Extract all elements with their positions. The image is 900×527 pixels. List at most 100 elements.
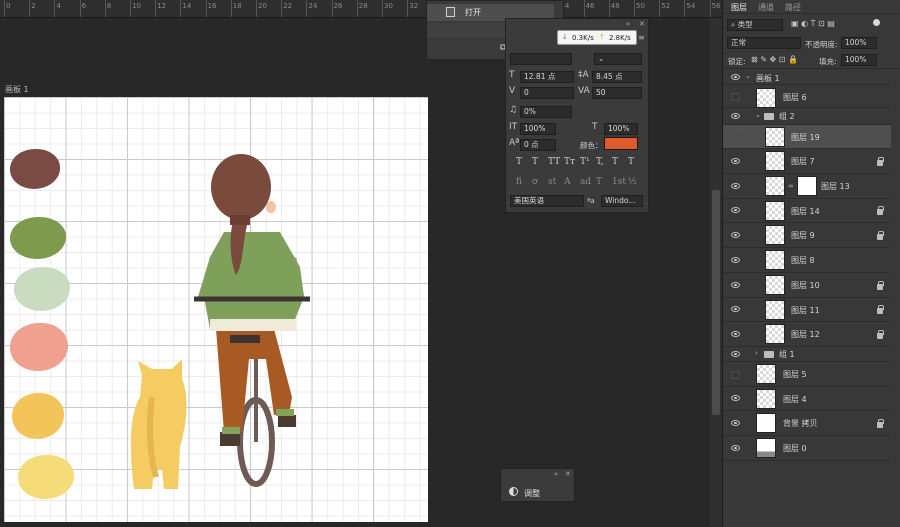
horizontal-ruler[interactable]: 0246810121416182022242628303234363840424… [0,0,722,18]
visibility-eye-icon[interactable] [731,281,740,288]
text-color-swatch[interactable] [604,137,638,150]
ruler-tick [709,0,711,17]
kerning-field[interactable]: 0 [520,87,574,99]
font-family-field[interactable] [510,53,572,65]
tab-paths[interactable]: 路径 [785,2,801,13]
layer-row[interactable]: 图层 9 [723,223,891,248]
type-style-button[interactable]: T¹ [580,157,590,167]
opentype-button[interactable]: st [548,177,556,187]
layer-row[interactable]: 背景 拷贝 [723,411,891,436]
layer-row[interactable]: 图层 0 [723,436,891,461]
mask-link-icon[interactable]: ∞ [788,182,794,190]
layer-row[interactable]: 图层 4 [723,387,891,411]
tab-layers[interactable]: 图层 [731,2,747,13]
download-speed: 0.3K/s [572,34,594,42]
antialias-select[interactable]: Windo... [601,195,643,207]
ruler-number: 50 [636,2,645,10]
leading-field[interactable]: 8.45 点 [592,71,642,83]
collapse-arrows-icon[interactable]: » [554,470,558,478]
layer-mask-thumbnail[interactable] [797,176,817,196]
panel-menu-icon[interactable]: ≡ [638,33,645,42]
opacity-label: 不透明度: [805,40,838,49]
ruler-number: 18 [232,2,242,10]
layer-row[interactable]: 图层 5 [723,362,891,387]
vertical-scale-field[interactable]: 100% [520,123,556,135]
layer-group-row[interactable]: › 组 1 [723,347,891,362]
close-icon[interactable]: ✕ [565,470,571,478]
chevron-down-icon[interactable]: ⌄ [755,111,761,119]
visibility-eye-icon[interactable] [731,330,740,337]
opentype-button[interactable]: ½ [628,177,637,187]
opentype-button[interactable]: ad [580,177,591,187]
visibility-eye-icon[interactable] [731,306,740,312]
baseline-shift-field[interactable]: 0 点 [520,139,556,151]
horizontal-scale-field[interactable]: 100% [604,123,638,135]
type-style-button[interactable]: T [612,157,618,167]
visibility-toggle-empty[interactable] [731,370,740,379]
layer-row[interactable]: 图层 10 [723,273,891,298]
font-size-field[interactable]: 12.81 点 [520,71,574,83]
font-size-icon: T [509,70,515,80]
visibility-eye-icon[interactable] [731,231,740,238]
type-style-button[interactable]: T [628,157,634,167]
layer-group-row[interactable]: ⌄ 组 2 [723,108,891,125]
visibility-eye-icon[interactable] [731,350,740,357]
layer-filter-select[interactable]: ⌕ 类型 [727,19,783,31]
tsume-icon: ♫ [509,105,518,115]
layer-row[interactable]: 图层 7 [723,149,891,174]
visibility-toggle-empty[interactable] [731,93,740,101]
opentype-button[interactable]: A [564,177,571,187]
visibility-eye-icon[interactable] [731,419,740,426]
chevron-right-icon[interactable]: › [755,349,758,357]
collapse-arrows-icon[interactable]: » [626,20,630,28]
close-icon[interactable]: ✕ [639,20,645,28]
tab-channels[interactable]: 通道 [758,2,774,13]
layer-name: 图层 6 [783,92,807,102]
visibility-eye-icon[interactable] [731,182,740,189]
layer-row[interactable]: 图层 8 [723,248,891,273]
visibility-eye-icon[interactable] [731,112,740,119]
opentype-button[interactable]: T [596,177,602,187]
ruler-tick [356,0,358,17]
layer-row[interactable]: ∞ 图层 13 [723,174,891,199]
lock-options-icons[interactable]: ⊠ ✎ ✥ ⊡ 🔒 [751,55,798,64]
filter-icons[interactable]: ▣ ◐ T ⊡ ▤ [791,19,835,28]
visibility-eye-icon[interactable] [731,444,740,451]
opacity-field[interactable]: 100% [841,37,877,49]
layer-row[interactable]: 图层 19 [723,125,891,149]
type-style-button[interactable]: TT [548,157,560,167]
visibility-toggle-empty[interactable] [731,133,740,141]
visibility-eye-icon[interactable] [731,256,740,263]
type-style-button[interactable]: T [532,157,538,167]
visibility-eye-icon[interactable] [731,74,740,80]
layer-row[interactable]: 图层 11 [723,298,891,322]
visibility-eye-icon[interactable] [731,395,740,401]
layer-row-artboard[interactable]: ⌄ 画板 1 [723,69,891,85]
ruler-tick [684,0,686,17]
filter-toggle-icon[interactable] [873,19,880,26]
layer-row[interactable]: 图层 6 [723,86,891,108]
type-style-button[interactable]: T, [596,157,604,167]
language-select[interactable]: 美国英语 [510,195,584,207]
type-style-button[interactable]: Tт [564,157,575,167]
upload-speed: 2.8K/s [609,34,631,42]
opentype-button[interactable]: ơ [532,177,537,187]
tsume-field[interactable]: 0% [520,106,572,118]
opentype-button[interactable]: 1st [612,177,626,187]
opentype-button[interactable]: fi [516,177,522,187]
adjustments-icon[interactable] [509,487,518,496]
fill-field[interactable]: 100% [841,54,877,66]
adjustments-label[interactable]: 调整 [524,488,540,499]
type-style-button[interactable]: T [516,157,522,167]
layers-scrollbar-thumb[interactable] [712,190,720,415]
visibility-eye-icon[interactable] [731,207,740,213]
visibility-eye-icon[interactable] [731,157,740,164]
layer-name: 图层 9 [791,231,815,240]
font-style-field[interactable]: ⌄ [594,53,642,65]
canvas-artboard[interactable] [4,97,428,522]
tracking-field[interactable]: 50 [592,87,642,99]
blend-mode-select[interactable]: 正常 [727,37,801,49]
layer-row[interactable]: 图层 12 [723,322,891,347]
layer-row[interactable]: 图层 14 [723,199,891,223]
chevron-down-icon[interactable]: ⌄ [745,72,751,80]
